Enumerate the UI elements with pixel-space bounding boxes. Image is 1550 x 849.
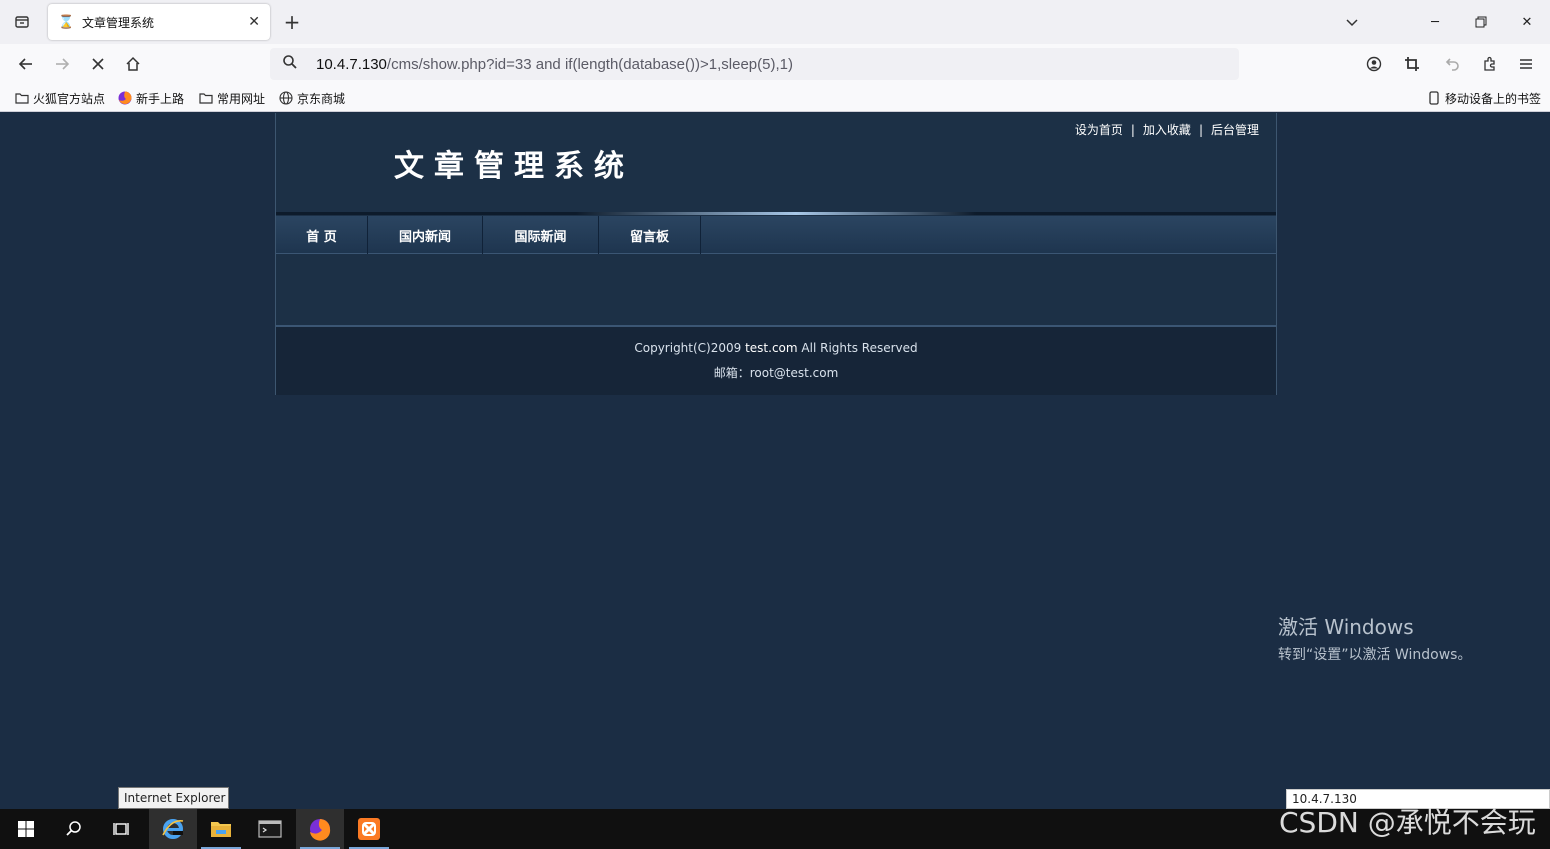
contact-email: 邮箱：root@test.com (713, 366, 839, 380)
taskbar-xampp[interactable] (345, 809, 393, 849)
taskbar-file-explorer[interactable] (197, 809, 245, 849)
tab-bar: ⌛ 文章管理系统 ✕ + ─ ✕ (0, 0, 1550, 44)
url-host: 10.4.7.130 (316, 55, 387, 73)
bookmark-label: 火狐官方站点 (33, 91, 106, 106)
add-favorite-link[interactable]: 加入收藏 (1143, 121, 1191, 138)
taskbar-terminal[interactable] (246, 809, 294, 849)
bookmark-item[interactable]: 京东商城 (279, 89, 345, 107)
account-icon (1366, 56, 1382, 72)
menu-item-home[interactable]: 首 页 (276, 216, 368, 254)
bookmarks-toolbar: 火狐官方站点 新手上路 常用网址 京东商城 移动设备上的书签 (0, 84, 1550, 112)
forward-button[interactable] (48, 50, 76, 78)
stop-loading-button[interactable] (84, 50, 112, 78)
taskbar-search-button[interactable] (50, 809, 98, 849)
minimize-button[interactable]: ─ (1412, 0, 1458, 44)
account-button[interactable] (1360, 50, 1388, 78)
mobile-bookmarks[interactable]: 移动设备上的书签 (1427, 89, 1541, 107)
restore-icon (1475, 16, 1487, 28)
copyright-line: Copyright(C)2009 test.com All Rights Res… (276, 341, 1276, 355)
menu-item-international-news[interactable]: 国际新闻 (483, 216, 599, 254)
active-tab[interactable]: ⌛ 文章管理系统 ✕ (48, 4, 270, 40)
folder-icon (211, 822, 231, 837)
restore-button[interactable] (1458, 0, 1504, 44)
crop-icon (1405, 57, 1419, 71)
address-bar[interactable]: 10.4.7.130/cms/show.php?id=33 and if(len… (270, 48, 1239, 80)
taskbar-ie[interactable] (149, 809, 197, 849)
set-homepage-link[interactable]: 设为首页 (1075, 121, 1123, 138)
site-title: 文章管理系统 (394, 149, 634, 184)
bookmark-item[interactable]: 常用网址 (199, 89, 265, 107)
tab-title: 文章管理系统 (82, 15, 155, 30)
menu-item-domestic-news[interactable]: 国内新闻 (368, 216, 483, 254)
terminal-icon (258, 820, 282, 838)
extensions-button[interactable] (1476, 50, 1504, 78)
firefox-icon (310, 819, 331, 841)
tab-list-icon (15, 16, 29, 28)
bookmark-label: 常用网址 (217, 91, 266, 106)
chevron-down-icon[interactable] (1338, 8, 1366, 36)
back-arrow-icon (18, 58, 32, 70)
header-divider (276, 212, 1276, 215)
copyright-suffix: All Rights Reserved (797, 341, 918, 355)
url-path: /cms/show.php?id=33 and if(length(databa… (386, 55, 793, 73)
close-tab-icon[interactable]: ✕ (248, 14, 260, 30)
site-footer: Copyright(C)2009 test.com All Rights Res… (276, 327, 1276, 395)
menu-button[interactable] (1512, 50, 1540, 78)
csdn-watermark: CSDN @承悦不会玩 (1279, 806, 1536, 839)
page-viewport: 设为首页 | 加入收藏 | 后台管理 文章管理系统 首 页 国内新闻 国际新闻 … (0, 113, 1550, 809)
home-icon (126, 56, 140, 71)
new-tab-button[interactable]: + (278, 8, 306, 36)
start-button[interactable] (2, 809, 50, 849)
screenshot-button[interactable] (1398, 50, 1426, 78)
folder-icon (199, 91, 213, 105)
hamburger-icon (1520, 59, 1532, 69)
stop-icon (92, 58, 104, 70)
internet-explorer-icon (162, 819, 184, 839)
back-button[interactable] (12, 50, 40, 78)
link-separator: | (1130, 122, 1135, 137)
hourglass-icon: ⌛ (58, 14, 75, 30)
top-links: 设为首页 | 加入收藏 | 后台管理 (1075, 121, 1259, 138)
admin-link[interactable]: 后台管理 (1211, 121, 1259, 138)
mobile-device-icon (1427, 91, 1441, 105)
folder-icon (15, 91, 29, 105)
main-menu: 首 页 国内新闻 国际新闻 留言板 (276, 216, 1276, 254)
globe-icon (279, 91, 293, 105)
bookmark-item[interactable]: 新手上路 (118, 89, 184, 107)
undo-button[interactable] (1438, 50, 1466, 78)
site-container: 设为首页 | 加入收藏 | 后台管理 文章管理系统 首 页 国内新闻 国际新闻 … (275, 113, 1277, 395)
task-view-button[interactable] (98, 809, 146, 849)
activation-subtitle: 转到“设置”以激活 Windows。 (1278, 647, 1472, 663)
mobile-bookmarks-label: 移动设备上的书签 (1445, 91, 1542, 106)
close-window-button[interactable]: ✕ (1504, 0, 1550, 44)
copyright-domain: test.com (745, 341, 798, 355)
link-separator: | (1198, 122, 1203, 137)
bookmark-item[interactable]: 火狐官方站点 (15, 89, 105, 107)
windows-logo-icon (18, 821, 34, 837)
puzzle-icon (1484, 56, 1495, 71)
copyright-prefix: Copyright(C)2009 (634, 341, 746, 355)
firefox-icon (118, 91, 132, 105)
windows-activation-notice: 激活 Windows 转到“设置”以激活 Windows。 (1278, 611, 1471, 664)
bookmark-label: 新手上路 (136, 91, 185, 106)
navigation-bar: 10.4.7.130/cms/show.php?id=33 and if(len… (0, 44, 1550, 84)
home-button[interactable] (119, 50, 147, 78)
xampp-icon (358, 818, 380, 840)
menu-item-guestbook[interactable]: 留言板 (599, 216, 701, 254)
forward-arrow-icon (56, 58, 70, 70)
task-view-icon (113, 823, 129, 835)
search-icon (282, 54, 302, 74)
bookmark-label: 京东商城 (297, 91, 346, 106)
search-icon (66, 821, 81, 836)
undo-icon (1445, 58, 1459, 71)
taskbar-tooltip: Internet Explorer (118, 787, 229, 809)
content-area (276, 255, 1276, 325)
activation-title: 激活 Windows (1278, 615, 1414, 639)
tab-list-button[interactable] (8, 8, 36, 36)
taskbar-firefox[interactable] (296, 809, 344, 849)
